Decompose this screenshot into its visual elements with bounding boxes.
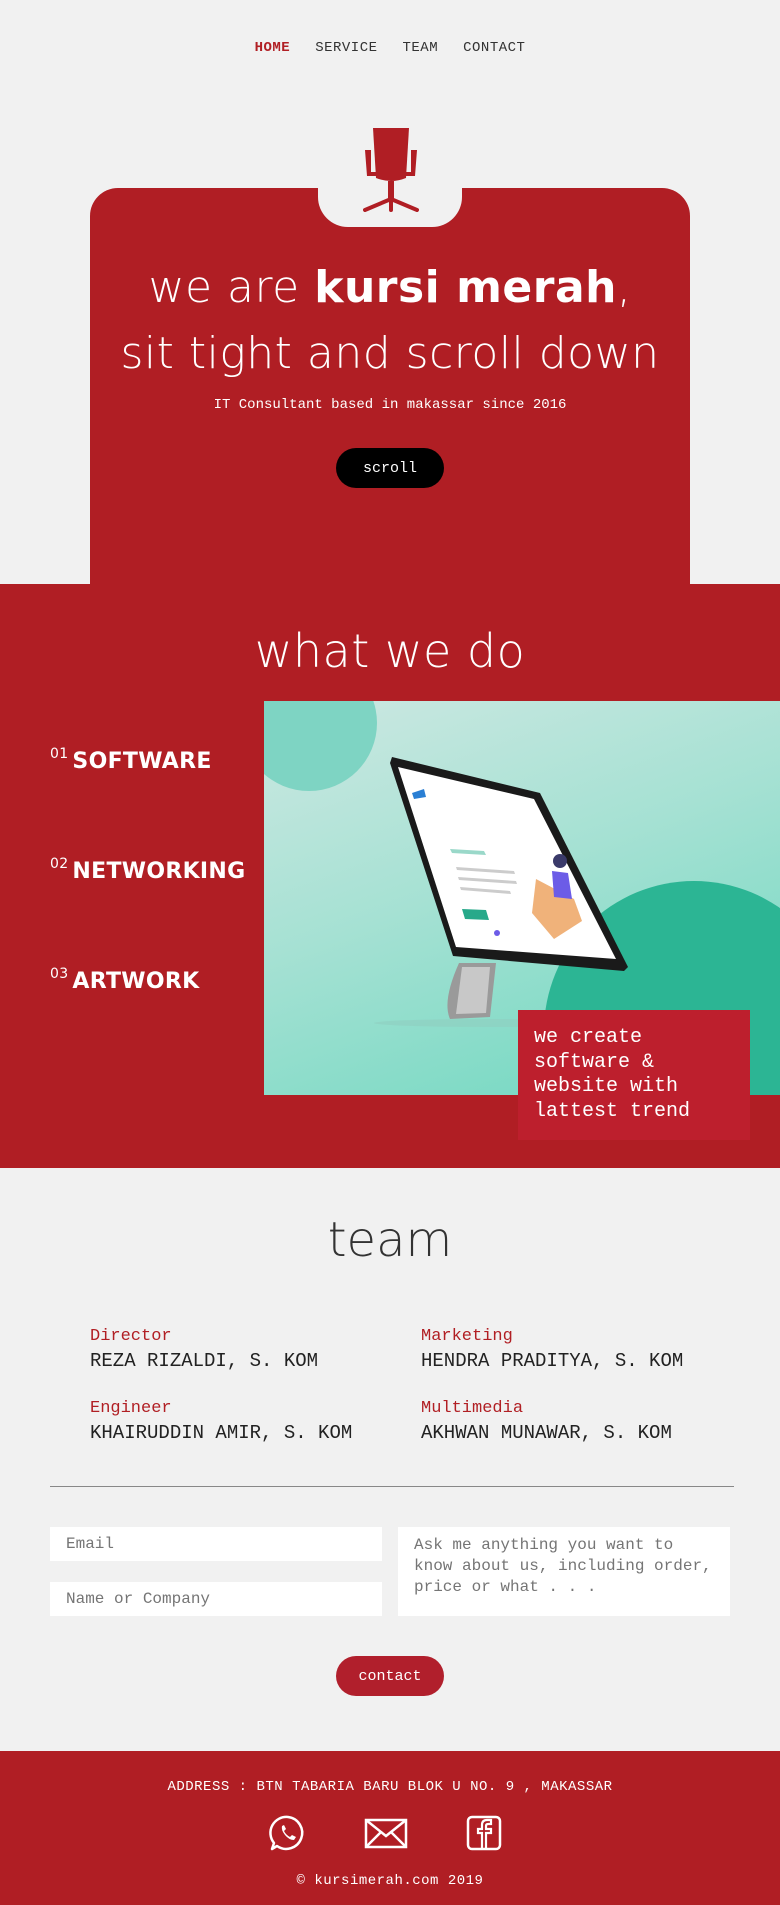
name-company-input[interactable] <box>50 1582 382 1616</box>
nav-contact-link[interactable]: CONTACT <box>463 40 525 56</box>
section-divider <box>50 1486 734 1487</box>
service-label: ARTWORK <box>72 969 200 994</box>
member-name: REZA RIZALDI, S. KOM <box>90 1350 319 1372</box>
scroll-button[interactable]: scroll <box>336 448 444 488</box>
member-role: Marketing <box>421 1327 513 1346</box>
hero-subtitle: IT Consultant based in makassar since 20… <box>213 397 567 413</box>
nav-team-link[interactable]: TEAM <box>403 40 439 56</box>
service-number: 03 <box>50 966 69 982</box>
footer: ADDRESS : BTN TABARIA BARU BLOK U NO. 9 … <box>0 1751 780 1905</box>
team-member-engineer: Engineer KHAIRUDDIN AMIR, S. KOM <box>90 1399 352 1444</box>
team-member-director: Director REZA RIZALDI, S. KOM <box>90 1327 318 1372</box>
message-textarea[interactable] <box>398 1527 730 1616</box>
what-we-do-title: what we do <box>254 624 526 678</box>
contact-button[interactable]: contact <box>336 1656 444 1696</box>
nav-service-link[interactable]: SERVICE <box>315 40 377 56</box>
footer-copyright: © kursimerah.com 2019 <box>296 1873 484 1889</box>
member-name: HENDRA PRADITYA, S. KOM <box>421 1350 684 1372</box>
member-role: Multimedia <box>421 1399 524 1418</box>
footer-address: ADDRESS : BTN TABARIA BARU BLOK U NO. 9 … <box>167 1779 613 1795</box>
mail-icon[interactable] <box>364 1813 408 1853</box>
team-title: team <box>327 1212 453 1268</box>
team-member-multimedia: Multimedia AKHWAN MUNAWAR, S. KOM <box>421 1399 672 1444</box>
nav-home-link[interactable]: HOME <box>255 40 291 56</box>
what-we-do-section: what we do 01 SOFTWARE 02 NETWORKING 03 ART… <box>0 584 780 1168</box>
service-caption-box: we create software & website with lattes… <box>518 1010 750 1140</box>
hero-title-line2: sit tight and scroll down <box>120 328 660 379</box>
service-label: SOFTWARE <box>72 749 212 774</box>
hero-brand-name: kursi merah <box>314 262 617 313</box>
member-role: Engineer <box>90 1399 172 1418</box>
team-member-marketing: Marketing HENDRA PRADITYA, S. KOM <box>421 1327 683 1372</box>
service-item-networking[interactable]: 02 NETWORKING <box>50 856 245 884</box>
service-item-software[interactable]: 01 SOFTWARE <box>50 746 212 774</box>
service-label: NETWORKING <box>72 859 246 884</box>
service-number: 01 <box>50 746 69 762</box>
hero-title-suffix: , <box>616 262 632 313</box>
member-name: KHAIRUDDIN AMIR, S. KOM <box>90 1422 353 1444</box>
member-name: AKHWAN MUNAWAR, S. KOM <box>421 1422 672 1444</box>
service-number: 02 <box>50 856 69 872</box>
email-input[interactable] <box>50 1527 382 1561</box>
facebook-icon[interactable] <box>464 1813 504 1853</box>
hero-title-prefix: we are <box>148 262 315 313</box>
whatsapp-icon[interactable] <box>268 1813 308 1853</box>
service-item-artwork[interactable]: 03 ARTWORK <box>50 966 199 994</box>
hero-title: we are kursi merah, sit tight and scroll… <box>90 255 690 387</box>
member-role: Director <box>90 1327 172 1346</box>
main-nav: HOME SERVICE TEAM CONTACT <box>0 40 780 56</box>
red-chair-logo-icon <box>363 128 419 212</box>
